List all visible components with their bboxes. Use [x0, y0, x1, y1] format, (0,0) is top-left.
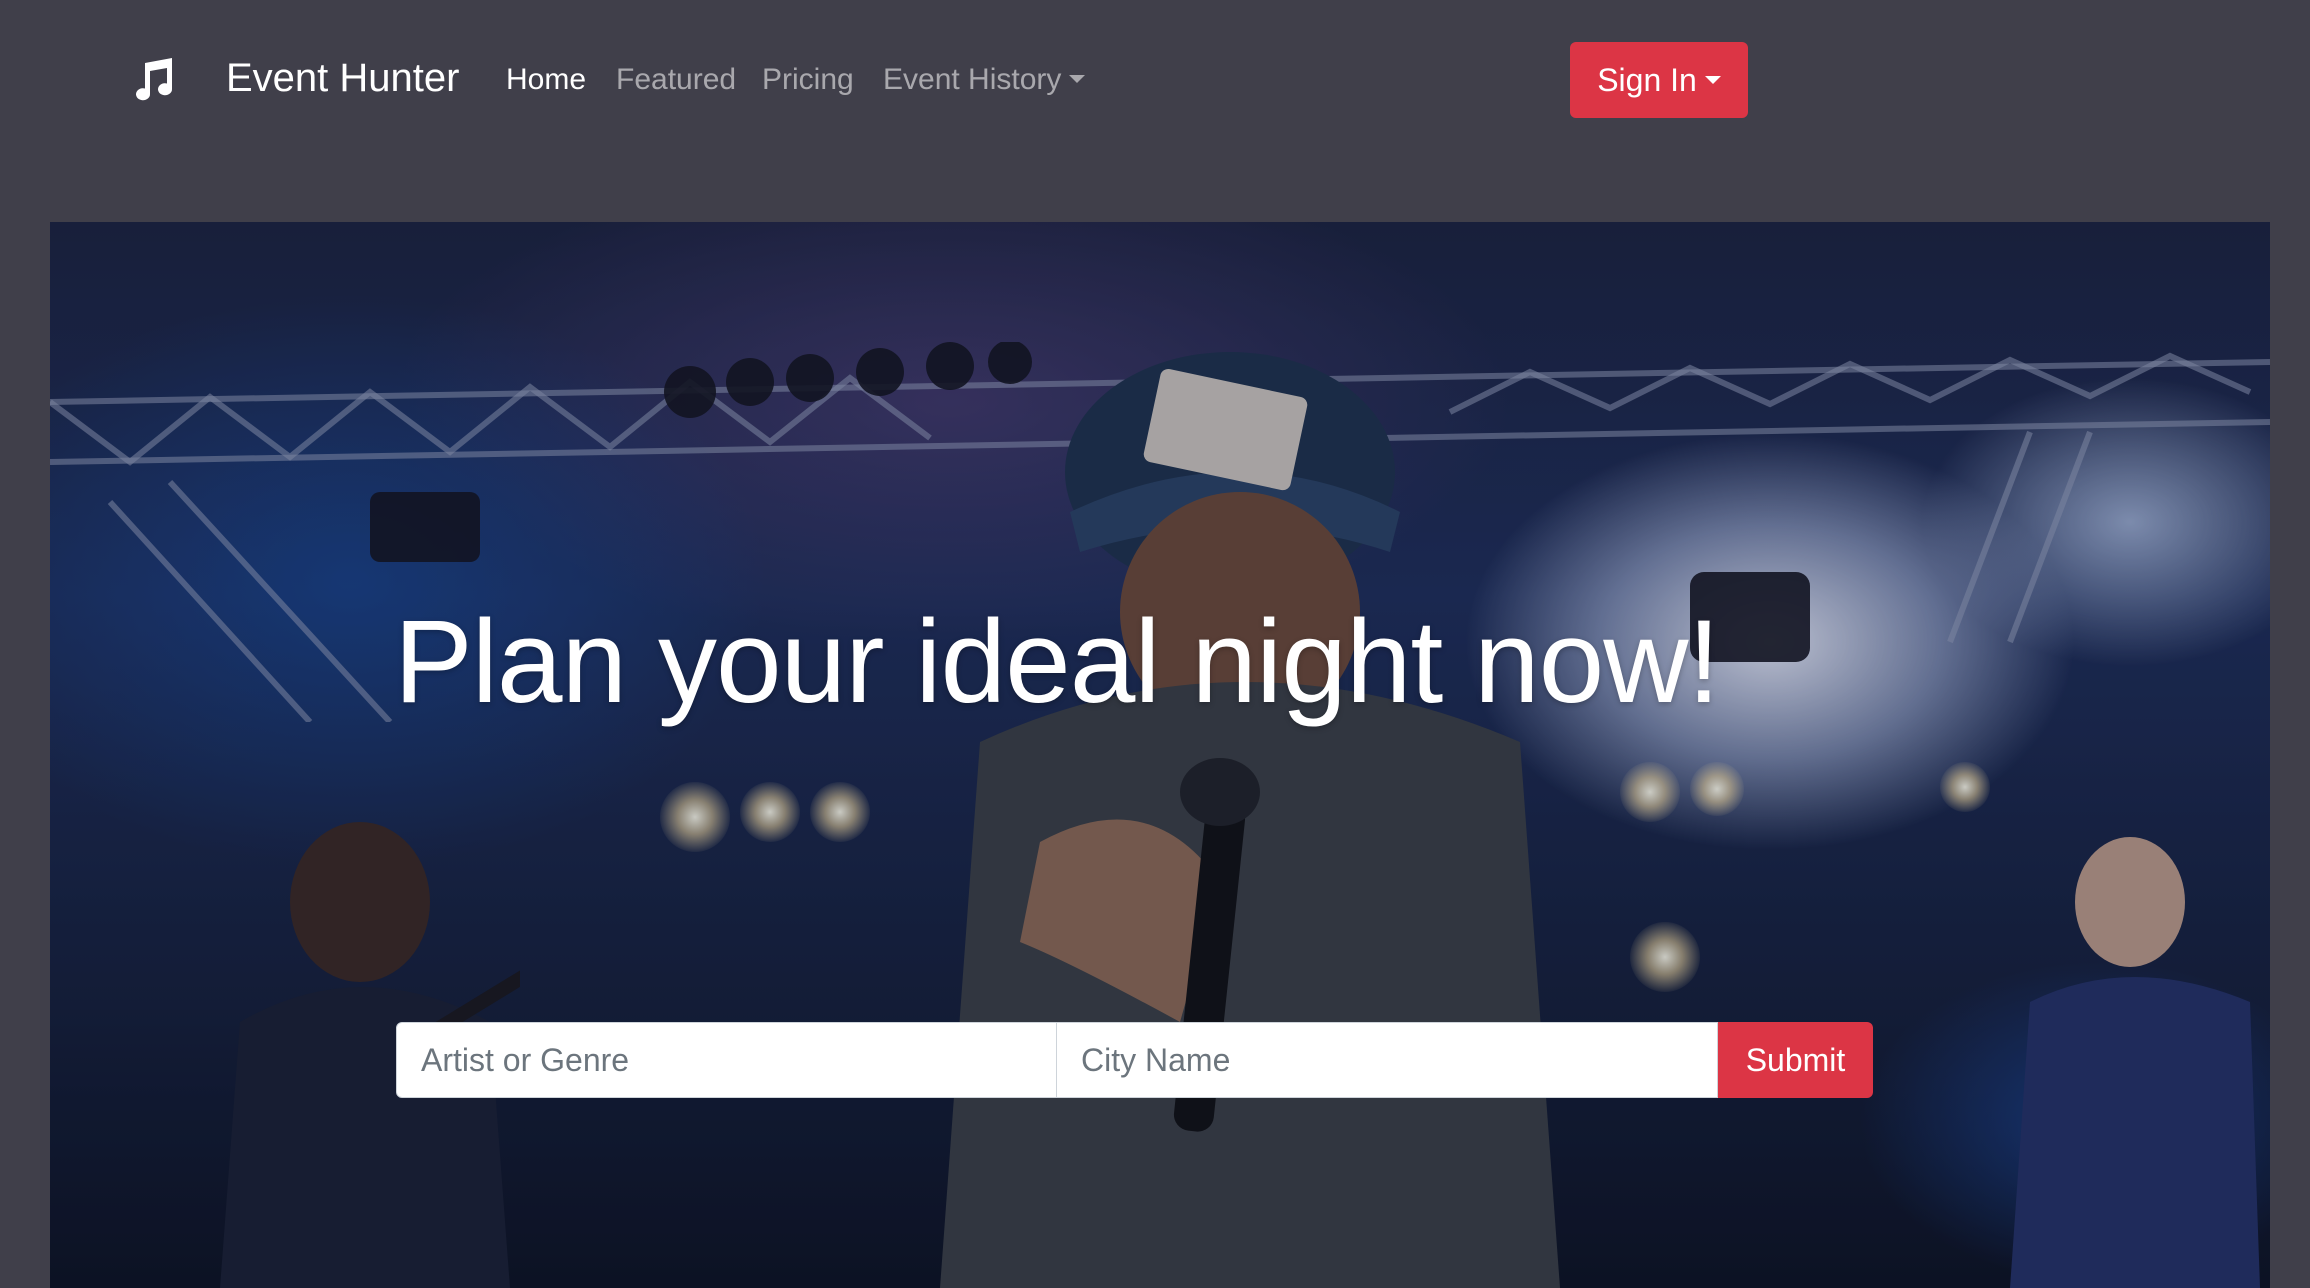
nav-dropdown-event-history[interactable]: Event History	[883, 60, 1086, 100]
nav-link-pricing[interactable]: Pricing	[762, 60, 854, 100]
navbar: Event Hunter Home Featured Pricing Event…	[0, 0, 2310, 160]
hero-banner: Plan your ideal night now!	[50, 222, 2270, 1288]
nav-link-featured[interactable]: Featured	[616, 60, 736, 100]
nav-link-label: Event History	[883, 63, 1062, 96]
caret-down-icon	[1069, 75, 1086, 83]
hero-overlay	[50, 222, 2270, 1288]
caret-down-icon	[1704, 76, 1721, 84]
hero-title: Plan your ideal night now!	[394, 596, 1720, 728]
search-form: Submit	[396, 1022, 1873, 1098]
sign-in-dropdown-button[interactable]: Sign In	[1570, 42, 1748, 118]
submit-button[interactable]: Submit	[1718, 1022, 1873, 1098]
nav-link-home[interactable]: Home	[506, 60, 586, 100]
nav-link-label: Home	[506, 63, 587, 96]
nav-link-label: Featured	[616, 63, 737, 96]
brand-name[interactable]: Event Hunter	[226, 52, 459, 104]
nav-link-label: Pricing	[762, 63, 854, 96]
sign-in-label: Sign In	[1597, 62, 1697, 98]
city-name-input[interactable]	[1056, 1022, 1718, 1098]
music-note-icon[interactable]	[128, 55, 176, 103]
artist-genre-input[interactable]	[396, 1022, 1057, 1098]
